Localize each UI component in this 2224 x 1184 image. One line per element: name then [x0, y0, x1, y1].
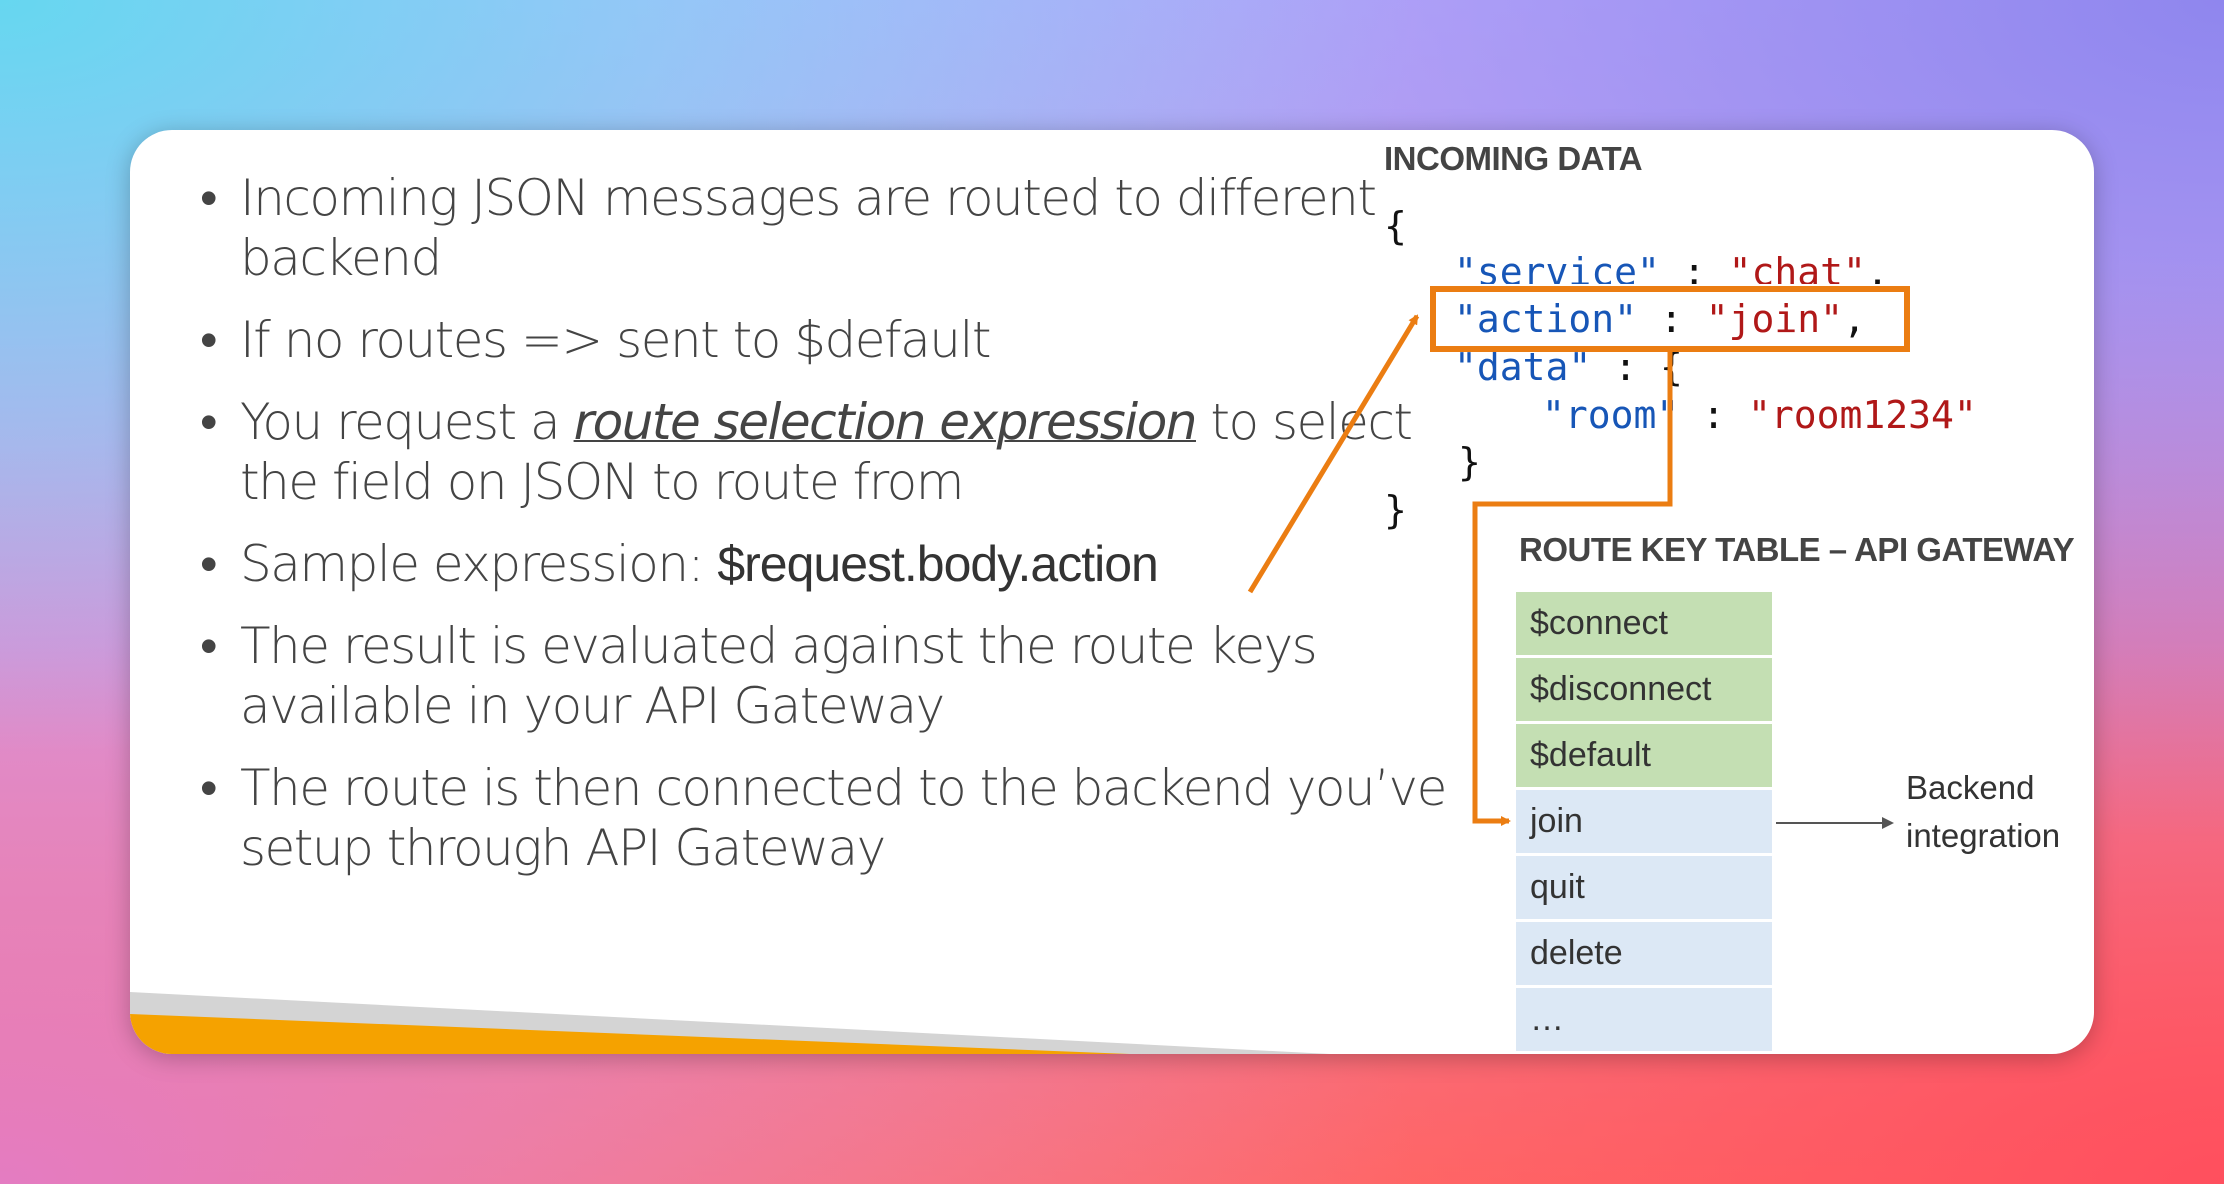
action-to-join-arrow	[1472, 352, 1673, 826]
slide: • Incoming JSON messages are routed to di…	[130, 130, 2094, 1054]
connector-arrows	[1247, 314, 1894, 829]
expression-to-action-arrow	[1247, 314, 1420, 594]
